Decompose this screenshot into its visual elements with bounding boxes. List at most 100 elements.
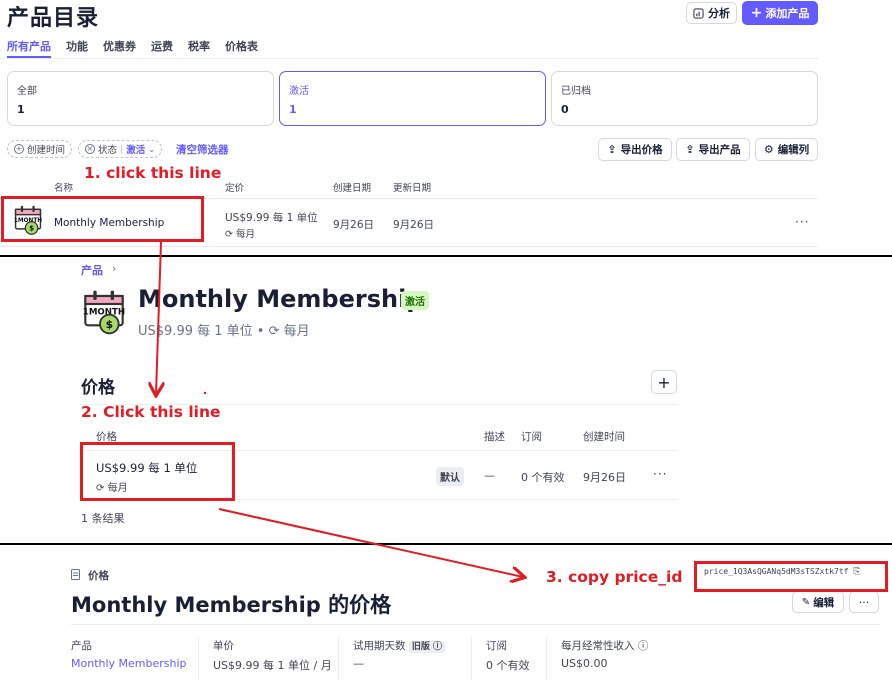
edit-price-button[interactable]: ✎ 编辑 [792, 591, 844, 613]
step1-highlight-box [1, 196, 204, 242]
more-icon: ··· [858, 595, 870, 609]
step3-annotation: 3. copy price_id [546, 568, 683, 586]
panel-separator [0, 255, 892, 257]
info-icon[interactable]: ⓘ [638, 640, 649, 652]
filter-card-all[interactable]: 全部 1 [7, 71, 274, 126]
more-actions-button[interactable]: ··· [849, 591, 879, 613]
chip-divider: | [120, 143, 124, 155]
status-filter-chip[interactable]: × 状态 | 激活 ⌄ [78, 140, 162, 158]
clear-circle-icon: × [85, 144, 95, 154]
title-divider [71, 624, 879, 625]
table-row-divider [0, 246, 818, 247]
status-badge: 激活 [401, 291, 429, 310]
column-header-description: 描述 [484, 431, 505, 443]
plus-circle-icon: + [14, 144, 24, 154]
tab-pricing-tables[interactable]: 价格表 [225, 38, 258, 58]
step2-highlight-box [80, 442, 235, 501]
product-title: Monthly Membership [138, 285, 424, 313]
export-icon: ⇪ [685, 143, 695, 156]
created-filter-chip[interactable]: + 创建时间 [7, 140, 73, 158]
status-filter-label: 状态 [98, 145, 118, 156]
column-header-created: 创建时间 [583, 431, 625, 443]
add-price-button[interactable]: + [651, 370, 677, 394]
filter-card-archived[interactable]: 已归档 0 [551, 71, 818, 126]
tabs-divider [0, 58, 818, 59]
column-header-updated[interactable]: 更新日期 [393, 180, 431, 194]
tab-features[interactable]: 功能 [66, 38, 88, 58]
info-icon[interactable]: ⓘ [433, 642, 442, 652]
recurring-icon: ⟳ [225, 229, 233, 240]
summary-divider [198, 637, 199, 680]
export-prices-button[interactable]: ⇪ 导出价格 [598, 138, 672, 161]
price-created-cell: 9月26日 [583, 471, 626, 484]
tab-coupons[interactable]: 优惠券 [103, 38, 136, 58]
annotation-dot [203, 391, 207, 395]
product-created-cell: 9月26日 [333, 219, 375, 231]
summary-product-link[interactable]: Monthly Membership [71, 657, 187, 670]
summary-label-subscriptions: 订阅 [486, 640, 507, 652]
add-product-label: 添加产品 [765, 7, 810, 20]
breadcrumb-products[interactable]: 产品 [81, 262, 103, 278]
add-product-button[interactable]: + 添加产品 [742, 1, 818, 25]
prices-heading: 价格 [81, 378, 115, 398]
trial-label-text: 试用期天数 [353, 640, 406, 652]
edit-columns-button[interactable]: ⚙ 编辑列 [755, 138, 818, 161]
interval-text: 每月 [236, 229, 256, 240]
legacy-badge-text: 旧版 [411, 642, 430, 652]
card-count: 1 [289, 103, 297, 116]
card-count: 1 [17, 103, 25, 116]
tab-shipping[interactable]: 运费 [151, 38, 173, 58]
mrr-label-text: 每月经常性收入 [561, 640, 635, 652]
results-count: 1 条结果 [81, 512, 125, 525]
product-price-cell: US$9.99 每 1 单位 [225, 212, 318, 224]
edit-label: 编辑 [813, 596, 835, 609]
product-updated-cell: 9月26日 [393, 219, 435, 231]
gear-icon: ⚙ [763, 143, 774, 156]
chart-icon [693, 7, 704, 19]
column-header-name[interactable]: 名称 [54, 180, 73, 194]
price-description-cell: — [484, 469, 495, 482]
column-header-subscriptions: 订阅 [521, 431, 542, 443]
created-filter-label: 创建时间 [27, 145, 66, 156]
product-subtitle: US$9.99 每 1 单位 • ⟳ 每月 [138, 324, 310, 339]
breadcrumb-prices[interactable]: 价格 [88, 568, 109, 583]
step1-annotation: 1. click this line [84, 164, 222, 182]
price-title: Monthly Membership 的价格 [71, 593, 392, 617]
edit-icon: ✎ [801, 596, 811, 608]
tab-tax-rates[interactable]: 税率 [188, 38, 210, 58]
export-icon: ⇪ [607, 143, 617, 156]
step3-highlight-box [694, 561, 888, 592]
summary-divider [338, 637, 339, 680]
step2-annotation: 2. Click this line [81, 403, 221, 421]
catalog-tabs: 所有产品 功能 优惠券 运费 税率 价格表 [7, 38, 273, 58]
filter-card-active[interactable]: 激活 1 [279, 71, 546, 126]
breadcrumb-separator: › [112, 262, 117, 275]
tab-all-products[interactable]: 所有产品 [7, 38, 51, 58]
row-more-icon[interactable]: ··· [795, 215, 809, 229]
analytics-label: 分析 [708, 7, 730, 20]
clear-filters-link[interactable]: 清空筛选器 [176, 142, 229, 157]
card-label: 激活 [289, 86, 309, 97]
panel-separator [0, 543, 892, 545]
export-products-button[interactable]: ⇪ 导出产品 [676, 138, 750, 161]
card-label: 已归档 [561, 86, 591, 97]
row-more-icon[interactable]: ··· [653, 467, 667, 481]
summary-divider [546, 637, 547, 680]
export-products-label: 导出产品 [698, 144, 741, 156]
column-header-pricing[interactable]: 定价 [225, 180, 244, 194]
default-badge: 默认 [436, 467, 464, 486]
summary-trial-days: — [353, 657, 364, 670]
analytics-button[interactable]: 分析 [686, 2, 737, 24]
card-label: 全部 [17, 86, 37, 97]
plus-icon: + [657, 372, 671, 392]
summary-label-unit-price: 单价 [213, 640, 234, 652]
calendar-dollar-icon [81, 289, 127, 335]
status-filter-value: 激活 [126, 145, 146, 156]
summary-mrr: US$0.00 [561, 657, 608, 670]
arrow-step1-to-step2 [156, 241, 161, 394]
column-header-created[interactable]: 创建日期 [333, 180, 371, 194]
summary-label-mrr: 每月经常性收入 ⓘ [561, 638, 648, 653]
export-prices-label: 导出价格 [620, 144, 663, 156]
product-interval-cell: ⟳ 每月 [225, 226, 255, 240]
summary-unit-price: US$9.99 每 1 单位 / 月 [213, 659, 332, 672]
